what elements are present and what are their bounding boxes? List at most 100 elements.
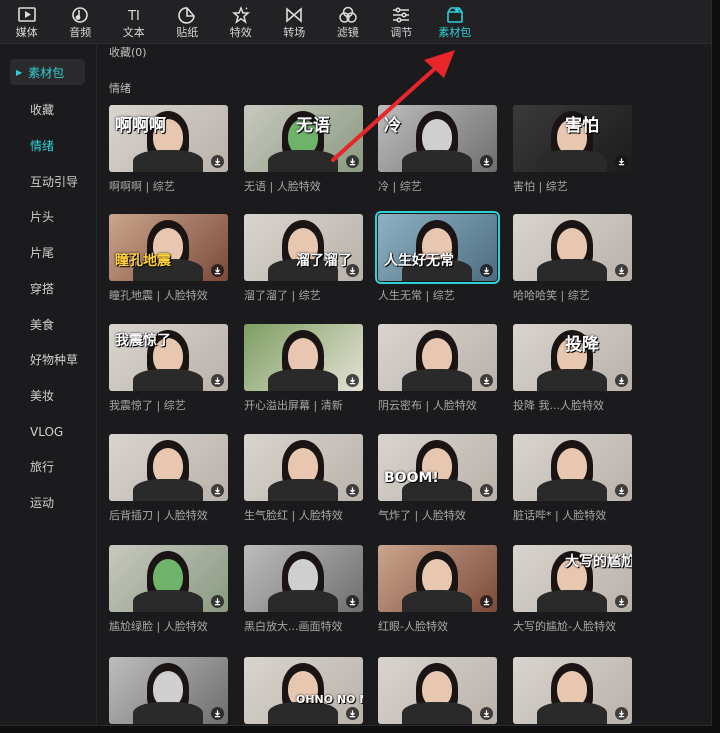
sidebar-item[interactable]: 收藏 [30,103,54,117]
material-thumbnail[interactable]: 投降 [513,324,632,391]
download-icon[interactable] [211,707,224,720]
download-icon[interactable] [480,484,493,497]
material-card[interactable]: 红眼-人脸特效 [378,545,497,633]
toolbar-tab-package[interactable]: 素材包 [428,0,482,44]
material-thumbnail[interactable] [109,657,228,724]
material-thumbnail[interactable]: 人生好无常 [375,211,500,284]
material-thumbnail[interactable] [244,545,363,612]
material-card[interactable]: 溜了溜了 溜了溜了 | 综艺 [244,214,363,302]
sticker-text: 瞳孔地震 [115,253,171,269]
sidebar-item[interactable]: 旅行 [30,460,54,474]
toolbar-tab-filter[interactable]: 滤镜 [321,0,375,44]
download-icon[interactable] [346,595,359,608]
material-card[interactable] [513,657,632,725]
material-thumbnail[interactable]: BOOM! [378,434,497,501]
material-thumbnail[interactable] [244,434,363,501]
download-icon[interactable] [211,155,224,168]
download-icon[interactable] [615,374,628,387]
material-thumbnail[interactable]: 冷 [378,105,497,172]
download-icon[interactable] [480,374,493,387]
download-icon[interactable] [211,374,224,387]
download-icon[interactable] [615,155,628,168]
material-thumbnail[interactable] [378,545,497,612]
download-icon[interactable] [615,707,628,720]
download-icon[interactable] [480,707,493,720]
download-icon[interactable] [615,484,628,497]
material-thumbnail[interactable]: 溜了溜了 [244,214,363,281]
sidebar-header-package[interactable]: ▶ 素材包 [10,59,85,85]
material-card[interactable]: 阴云密布 | 人脸特效 [378,324,497,412]
material-card[interactable]: 投降 投降 我...人脸特效 [513,324,632,412]
download-icon[interactable] [211,595,224,608]
sidebar-item[interactable]: 好物种草 [30,353,78,367]
material-thumbnail[interactable] [244,324,363,391]
material-caption: 大写的尴尬-人脸特效 [513,620,616,633]
material-card[interactable]: 后背插刀 | 人脸特效 [109,434,228,522]
toolbar-tab-sticker[interactable]: 贴纸 [161,0,215,44]
material-thumbnail[interactable]: 无语 [244,105,363,172]
material-card[interactable]: 瞳孔地震 瞳孔地震 | 人脸特效 [109,214,228,302]
download-icon[interactable] [346,707,359,720]
download-icon[interactable] [346,374,359,387]
sidebar-item[interactable]: 片尾 [30,246,54,260]
material-card[interactable]: 尴尬绿脸 | 人脸特效 [109,545,228,633]
material-thumbnail[interactable]: 害怕 [513,105,632,172]
material-thumbnail[interactable] [109,545,228,612]
toolbar-tab-transition[interactable]: 转场 [268,0,322,44]
material-card[interactable]: 生气脸红 | 人脸特效 [244,434,363,522]
download-icon[interactable] [211,484,224,497]
download-icon[interactable] [615,595,628,608]
toolbar-tab-adjust[interactable]: 调节 [375,0,429,44]
material-thumbnail[interactable] [513,434,632,501]
material-thumbnail[interactable]: 我震惊了 [109,324,228,391]
material-card[interactable] [378,657,497,725]
download-icon[interactable] [480,595,493,608]
download-icon[interactable] [615,264,628,277]
toolbar-tab-media[interactable]: 媒体 [0,0,54,44]
material-card[interactable]: 大写的尴尬大写的尴尬-人脸特效 [513,545,632,633]
material-card[interactable]: OHNO NO NO [244,657,363,725]
sidebar-item[interactable]: 情绪 [30,139,54,153]
download-icon[interactable] [346,264,359,277]
toolbar-tab-text[interactable]: TI 文本 [107,0,161,44]
material-card[interactable]: 冷冷 | 综艺 [378,105,497,193]
material-thumbnail[interactable]: OHNO NO NO [244,657,363,724]
sidebar-item[interactable]: 穿搭 [30,282,54,296]
material-card[interactable]: 黑白放大...画面特效 [244,545,363,633]
sidebar-item[interactable]: 片头 [30,210,54,224]
material-caption: 开心溢出屏幕 | 清新 [244,399,343,412]
material-thumbnail[interactable] [378,657,497,724]
download-icon[interactable] [346,155,359,168]
toolbar-tab-audio[interactable]: 音频 [54,0,108,44]
material-thumbnail[interactable]: 瞳孔地震 [109,214,228,281]
material-card[interactable]: 脏话哔* | 人脸特效 [513,434,632,522]
material-card[interactable]: 哈哈哈笑 | 综艺 [513,214,632,302]
sidebar-item[interactable]: 运动 [30,496,54,510]
material-card[interactable]: 无语 无语 | 人脸特效 [244,105,363,193]
material-card[interactable] [109,657,228,725]
material-caption: 黑白放大...画面特效 [244,620,343,633]
material-thumbnail[interactable] [109,434,228,501]
download-icon[interactable] [480,264,493,277]
sidebar-item[interactable]: 互动引导 [30,175,78,189]
material-thumbnail[interactable] [513,214,632,281]
download-icon[interactable] [211,264,224,277]
sidebar-item[interactable]: 美妆 [30,389,54,403]
material-thumbnail[interactable] [513,657,632,724]
download-icon[interactable] [346,484,359,497]
toolbar-tab-effects[interactable]: 特效 [214,0,268,44]
material-thumbnail[interactable]: 大写的尴尬 [513,545,632,612]
material-card[interactable]: 啊啊啊 啊啊啊 | 综艺 [109,105,228,193]
material-thumbnail[interactable] [378,324,497,391]
material-card[interactable]: 害怕 害怕 | 综艺 [513,105,632,193]
material-thumbnail[interactable]: 啊啊啊 [109,105,228,172]
sidebar-item[interactable]: VLOG [30,425,63,439]
scrollbar[interactable] [705,44,711,725]
material-card[interactable]: 人生好无常 人生无常 | 综艺 [375,211,500,302]
favorites-label[interactable]: 收藏(0) [109,44,147,60]
material-card[interactable]: 我震惊了 我震惊了 | 综艺 [109,324,228,412]
material-card[interactable]: BOOM! 气炸了 | 人脸特效 [378,434,497,522]
material-card[interactable]: 开心溢出屏幕 | 清新 [244,324,363,412]
sidebar-item[interactable]: 美食 [30,318,54,332]
download-icon[interactable] [480,155,493,168]
